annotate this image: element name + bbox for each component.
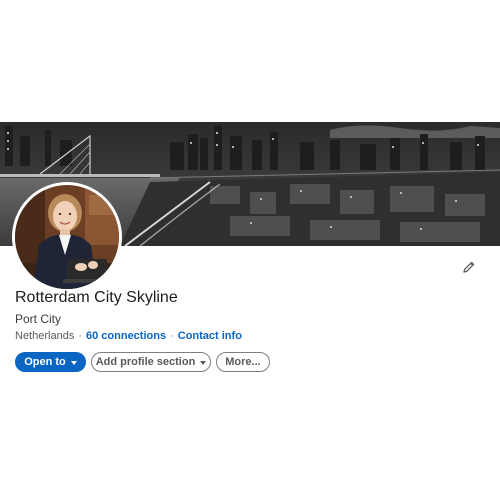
profile-name: Rotterdam City Skyline [15,289,178,306]
more-label: More... [225,356,261,368]
add-profile-section-label: Add profile section [95,356,196,368]
add-profile-section-button[interactable]: Add profile section [91,352,211,372]
profile-location: Netherlands [15,330,75,342]
profile-meta-row: Netherlands · 60 connections · Contact i… [15,330,242,342]
connections-link[interactable]: 60 connections [86,330,166,342]
pencil-icon [462,260,476,279]
edit-profile-button[interactable] [458,258,480,280]
more-button[interactable]: More... [216,352,270,372]
meta-separator: · [170,330,174,342]
profile-card: Rotterdam City Skyline Port City Netherl… [0,0,500,500]
profile-headline: Port City [15,312,62,326]
contact-info-link[interactable]: Contact info [178,330,242,342]
profile-actions: Open to Add profile section More... [15,352,270,372]
profile-photo[interactable] [12,182,122,292]
caret-down-icon [200,360,207,365]
open-to-button[interactable]: Open to [15,352,86,372]
caret-down-icon [70,360,77,365]
meta-separator: · [78,330,82,342]
open-to-label: Open to [24,356,66,368]
